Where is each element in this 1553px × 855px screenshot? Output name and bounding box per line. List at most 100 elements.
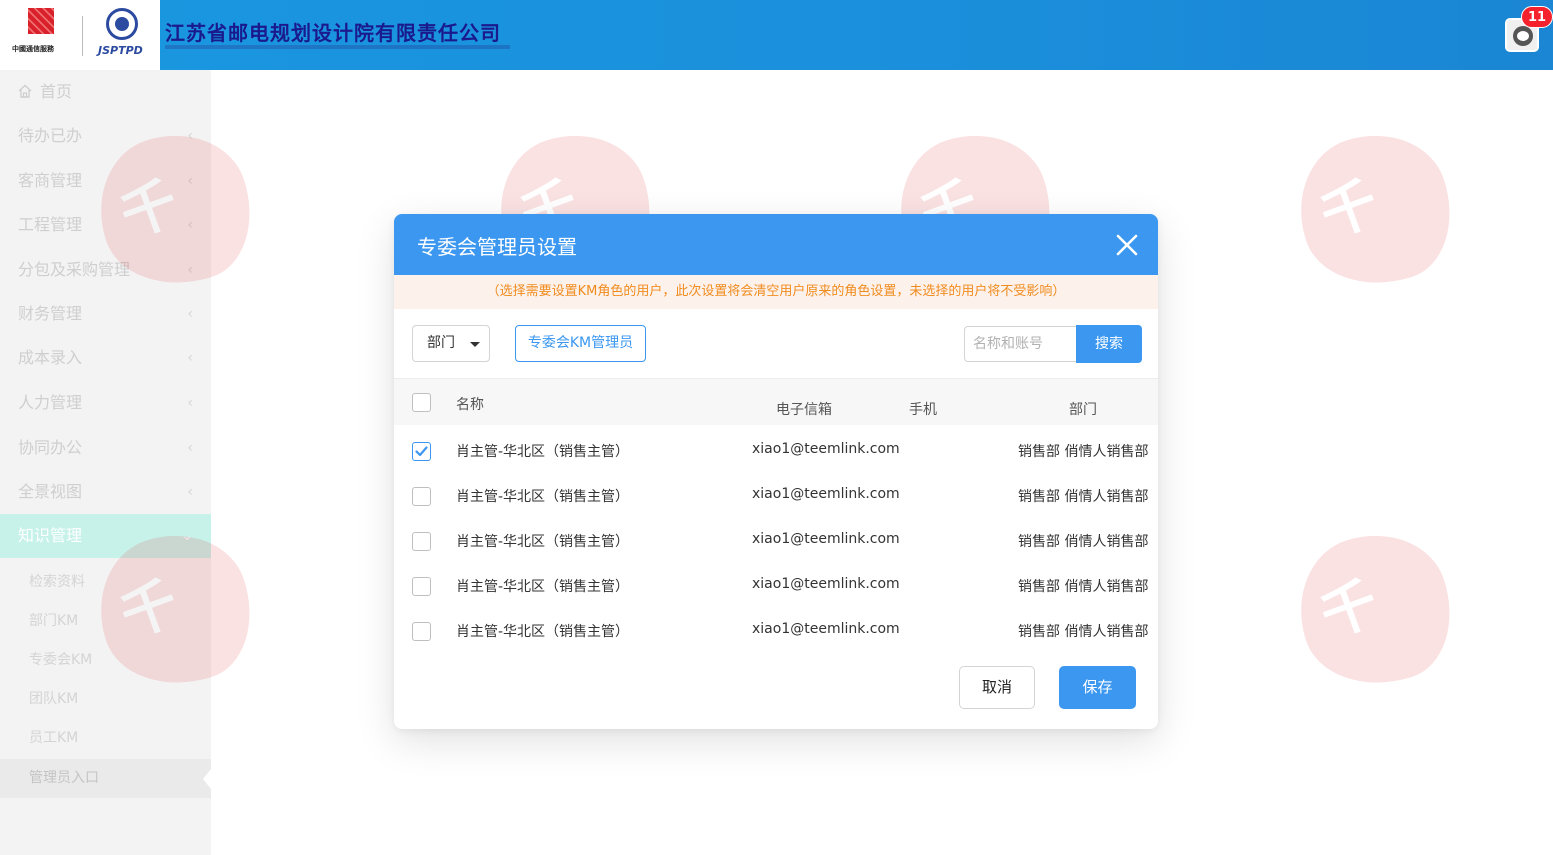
sidebar-item-label: 首页	[40, 82, 73, 101]
logo-area: 中國通信服務 JSPTPD	[0, 0, 160, 70]
sidebar-item-label: 成本录入	[18, 348, 83, 367]
dept-select-value: 部门	[427, 335, 455, 351]
table-row[interactable]: 肖主管-华北区（销售主管） xiao1@teemlink.com 销售部 俏情人…	[394, 474, 1158, 519]
sidebar-item-label: 财务管理	[18, 304, 83, 323]
dialog-title: 专委会管理员设置	[417, 235, 577, 259]
row-checkbox[interactable]	[412, 622, 431, 641]
cell-email: xiao1@teemlink.com	[752, 441, 900, 457]
select-all-checkbox[interactable]	[412, 393, 431, 412]
sidebar-item-collab[interactable]: 协同办公 ‹	[0, 426, 211, 470]
sidebar-subitem-team-km[interactable]: 团队KM	[0, 680, 211, 719]
sidebar-item-label: 待办已办	[18, 126, 83, 145]
cell-name: 肖主管-华北区（销售主管）	[456, 624, 630, 640]
cell-name: 肖主管-华北区（销售主管）	[456, 579, 630, 595]
chevron-left-icon: ‹	[187, 173, 193, 189]
sidebar-item-label: 知识管理	[18, 526, 83, 545]
table-header: 名称 电子信箱 手机 部门	[394, 378, 1158, 425]
table-row[interactable]: 肖主管-华北区（销售主管） xiao1@teemlink.com 销售部 俏情人…	[394, 519, 1158, 564]
sidebar-item-label: 协同办公	[18, 438, 83, 457]
jsptpd-logo: JSPTPD	[96, 8, 152, 64]
cell-email: xiao1@teemlink.com	[752, 576, 900, 592]
column-header-email: 电子信箱	[776, 402, 832, 418]
company-name-en-line	[165, 45, 510, 49]
table-row[interactable]: 肖主管-华北区（销售主管） xiao1@teemlink.com 销售部 俏情人…	[394, 429, 1158, 474]
sidebar-item-finance[interactable]: 财务管理 ‹	[0, 292, 211, 336]
sidebar-subitem-committee-km[interactable]: 专委会KM	[0, 641, 211, 680]
cell-name: 肖主管-华北区（销售主管）	[456, 489, 630, 505]
sidebar-item-home[interactable]: 首页	[0, 70, 211, 114]
dept-select[interactable]: 部门	[412, 325, 490, 362]
search-button[interactable]: 搜索	[1076, 325, 1142, 363]
company-name: 江苏省邮电规划设计院有限责任公司	[165, 21, 501, 45]
cell-email: xiao1@teemlink.com	[752, 531, 900, 547]
sidebar-item-label: 工程管理	[18, 215, 83, 234]
cell-dept: 销售部 俏情人销售部	[1018, 624, 1149, 640]
committee-km-admin-button[interactable]: 专委会KM管理员	[515, 325, 646, 362]
chevron-left-icon: ‹	[187, 440, 193, 456]
sidebar-item-knowledge[interactable]: 知识管理 ⌄	[0, 514, 211, 558]
close-icon[interactable]	[1113, 231, 1141, 259]
dialog-header: 专委会管理员设置	[394, 214, 1158, 275]
watermark-logo: 千com	[1280, 115, 1470, 305]
chevron-left-icon: ‹	[187, 128, 193, 144]
search-input[interactable]	[964, 326, 1078, 362]
dialog-notice: （选择需要设置KM角色的用户，此次设置将会清空用户原来的角色设置，未选择的用户将…	[394, 275, 1158, 309]
cell-name: 肖主管-华北区（销售主管）	[456, 444, 630, 460]
logo-left-caption: 中國通信服務	[12, 45, 54, 53]
sidebar-item-panorama[interactable]: 全景视图 ‹	[0, 470, 211, 514]
cell-dept: 销售部 俏情人销售部	[1018, 444, 1149, 460]
committee-admin-dialog: 专委会管理员设置 （选择需要设置KM角色的用户，此次设置将会清空用户原来的角色设…	[394, 214, 1158, 729]
sidebar-item-hr[interactable]: 人力管理 ‹	[0, 381, 211, 425]
sidebar-subitem-dept-km[interactable]: 部门KM	[0, 602, 211, 641]
chevron-left-icon: ‹	[187, 306, 193, 322]
top-header: 中國通信服務 JSPTPD 江苏省邮电规划设计院有限责任公司 11	[0, 0, 1553, 70]
notification-badge[interactable]: 11	[1521, 6, 1553, 28]
logo-divider	[82, 16, 83, 56]
chevron-left-icon: ‹	[187, 484, 193, 500]
column-header-name: 名称	[456, 397, 484, 413]
cell-dept: 销售部 俏情人销售部	[1018, 579, 1149, 595]
cell-name: 肖主管-华北区（销售主管）	[456, 534, 630, 550]
sidebar-item-cost[interactable]: 成本录入 ‹	[0, 336, 211, 380]
sidebar-subitem-label: 检索资料	[29, 574, 85, 590]
cell-dept: 销售部 俏情人销售部	[1018, 489, 1149, 505]
chevron-left-icon: ‹	[187, 217, 193, 233]
check-icon	[415, 446, 428, 457]
sidebar: 首页 待办已办 ‹ 客商管理 ‹ 工程管理 ‹ 分包及采购管理 ‹ 财务管理 ‹…	[0, 70, 211, 855]
sidebar-subitem-label: 员工KM	[29, 730, 79, 746]
sidebar-item-merchant[interactable]: 客商管理 ‹	[0, 159, 211, 203]
row-checkbox-checked[interactable]	[412, 442, 431, 461]
sidebar-item-label: 客商管理	[18, 171, 83, 190]
sidebar-subitem-label: 专委会KM	[29, 652, 93, 668]
sidebar-item-todo[interactable]: 待办已办 ‹	[0, 114, 211, 158]
row-checkbox[interactable]	[412, 577, 431, 596]
caret-down-icon	[470, 342, 480, 347]
save-button[interactable]: 保存	[1059, 666, 1136, 709]
cell-email: xiao1@teemlink.com	[752, 621, 900, 637]
china-comservice-logo: 中國通信服務	[12, 8, 72, 64]
column-header-dept: 部门	[1069, 402, 1097, 418]
row-checkbox[interactable]	[412, 487, 431, 506]
sidebar-item-project[interactable]: 工程管理 ‹	[0, 203, 211, 247]
watermark-logo: 千com	[1280, 515, 1470, 705]
china-comservice-mark-icon	[28, 8, 54, 34]
home-icon	[18, 71, 32, 98]
row-checkbox[interactable]	[412, 532, 431, 551]
chevron-left-icon: ‹	[187, 262, 193, 278]
cell-dept: 销售部 俏情人销售部	[1018, 534, 1149, 550]
sidebar-subitem-label: 团队KM	[29, 691, 79, 707]
table-row[interactable]: 肖主管-华北区（销售主管） xiao1@teemlink.com 销售部 俏情人…	[394, 609, 1158, 654]
sidebar-subitem-label: 部门KM	[29, 613, 79, 629]
chevron-left-icon: ‹	[187, 350, 193, 366]
chevron-left-icon: ‹	[187, 395, 193, 411]
sidebar-item-label: 人力管理	[18, 393, 83, 412]
sidebar-subitem-admin-entry[interactable]: 管理员入口	[0, 759, 211, 798]
sidebar-subitem-staff-km[interactable]: 员工KM	[0, 719, 211, 758]
table-row[interactable]: 肖主管-华北区（销售主管） xiao1@teemlink.com 销售部 俏情人…	[394, 564, 1158, 609]
cell-email: xiao1@teemlink.com	[752, 486, 900, 502]
logo-right-caption: JSPTPD	[98, 44, 143, 57]
chevron-down-icon: ⌄	[181, 528, 193, 544]
sidebar-item-procurement[interactable]: 分包及采购管理 ‹	[0, 248, 211, 292]
sidebar-subitem-search[interactable]: 检索资料	[0, 563, 211, 602]
cancel-button[interactable]: 取消	[959, 666, 1035, 709]
